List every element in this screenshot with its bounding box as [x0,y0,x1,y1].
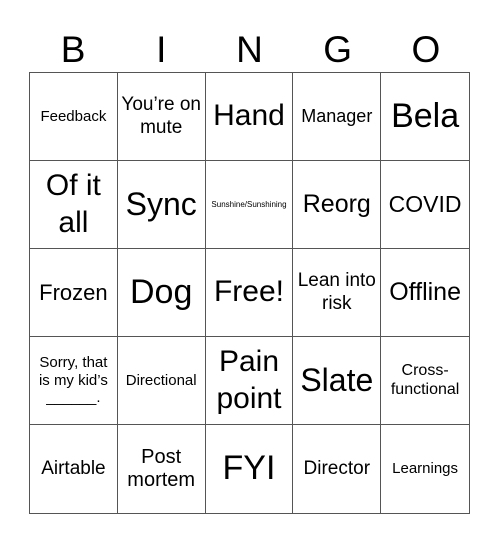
header-letter-o: O [411,28,441,70]
bingo-cell[interactable]: Dog [117,249,206,337]
bingo-cell[interactable]: Cross-functional [381,337,469,425]
bingo-cell[interactable]: Post mortem [118,425,206,513]
header-letter-n: N [236,28,263,70]
bingo-cell[interactable]: Learnings [381,425,469,513]
bingo-cell[interactable]: Directional [117,337,206,425]
bingo-cell[interactable]: Feedback [30,73,118,161]
bingo-cell[interactable]: Hand [205,73,294,161]
header-letter-i: I [156,28,167,70]
bingo-cell[interactable]: You’re on mute [117,73,206,161]
bingo-header: B I N G O [29,24,470,74]
header-letter-b: B [60,28,86,70]
free-space-cell[interactable]: Free! [205,249,294,337]
bingo-cell[interactable]: Sunshine/Sunshining [205,161,294,249]
bingo-cell[interactable]: Director [293,425,382,513]
bingo-cell[interactable]: Sync [117,161,206,249]
bingo-cell[interactable]: Of it all [30,161,118,249]
bingo-cell[interactable]: Sorry, that is my kid’s ______. [30,337,118,425]
bingo-cell[interactable]: COVID [381,161,469,249]
bingo-cell[interactable]: Frozen [30,249,118,337]
bingo-cell[interactable]: Airtable [30,425,118,513]
bingo-cell[interactable]: Slate [293,337,382,425]
bingo-cell[interactable]: Bela [381,73,469,161]
bingo-cell[interactable]: FYI [206,425,294,513]
bingo-cell[interactable]: Offline [381,249,469,337]
bingo-cell[interactable]: Manager [293,73,382,161]
bingo-cell[interactable]: Lean into risk [293,249,382,337]
header-letter-g: G [323,28,353,70]
bingo-cell[interactable]: Pain point [205,337,294,425]
bingo-board: Feedback You’re on mute Hand Manager Bel… [29,72,470,514]
bingo-cell[interactable]: Reorg [293,161,382,249]
